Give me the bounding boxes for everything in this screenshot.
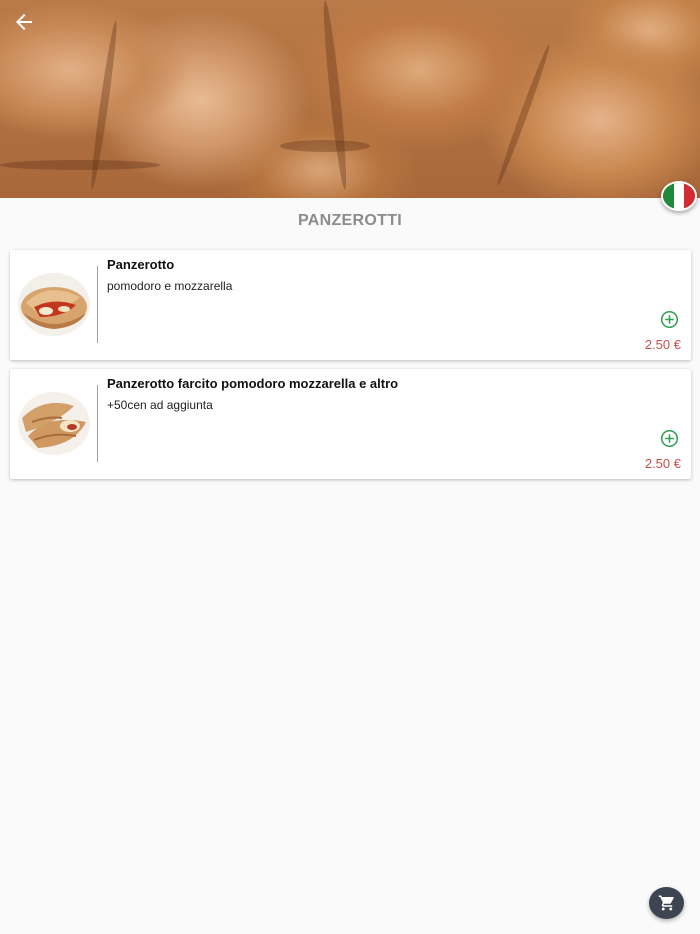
product-image [18, 392, 90, 455]
product-price: 2.50 € [644, 456, 681, 471]
header-banner-image [0, 0, 700, 198]
italy-flag-icon[interactable] [661, 181, 697, 211]
card-divider [97, 385, 98, 462]
plus-circle-icon [660, 310, 679, 329]
add-to-cart-button[interactable] [660, 429, 679, 448]
product-name: Panzerotto farcito pomodoro mozzarella e… [107, 376, 399, 391]
product-card[interactable]: Panzerotto pomodoro e mozzarella 2.50 € [10, 250, 691, 360]
product-description: +50cen ad aggiunta [107, 398, 213, 412]
arrow-left-icon [16, 14, 32, 30]
product-image [18, 273, 90, 336]
back-button[interactable] [8, 6, 40, 38]
card-divider [97, 266, 98, 343]
product-price: 2.50 € [644, 337, 681, 352]
product-name: Panzerotto [107, 257, 175, 272]
product-description: pomodoro e mozzarella [107, 279, 233, 293]
section-title: PANZEROTTI [297, 212, 403, 229]
plus-circle-icon [660, 429, 679, 448]
cart-button[interactable] [649, 887, 684, 919]
add-to-cart-button[interactable] [660, 310, 679, 329]
cart-icon [658, 895, 674, 911]
product-card[interactable]: Panzerotto farcito pomodoro mozzarella e… [10, 369, 691, 479]
